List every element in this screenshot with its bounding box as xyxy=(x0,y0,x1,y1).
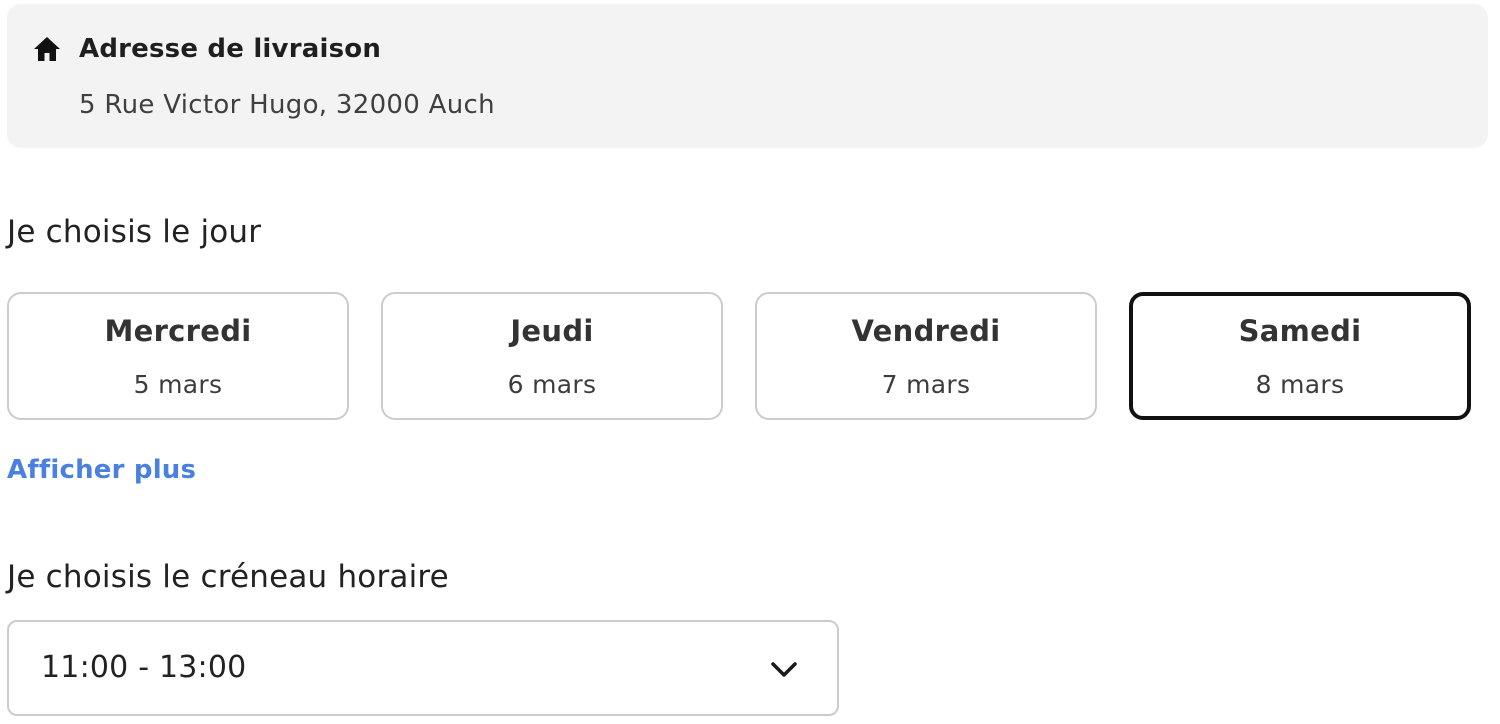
day-date: 5 mars xyxy=(133,370,223,399)
day-name: Mercredi xyxy=(104,314,252,348)
day-name: Samedi xyxy=(1238,314,1362,348)
day-date: 7 mars xyxy=(881,370,971,399)
delivery-address-line: 5 Rue Victor Hugo, 32000 Auch xyxy=(79,90,495,120)
day-name: Vendredi xyxy=(851,314,1001,348)
day-date: 6 mars xyxy=(507,370,597,399)
day-option-samedi[interactable]: Samedi 8 mars xyxy=(1129,292,1471,420)
day-name: Jeudi xyxy=(510,314,594,348)
delivery-address-title: Adresse de livraison xyxy=(79,34,382,64)
day-date: 8 mars xyxy=(1255,370,1345,399)
slot-section-title: Je choisis le créneau horaire xyxy=(7,559,449,595)
show-more-link[interactable]: Afficher plus xyxy=(7,455,196,485)
day-option-mercredi[interactable]: Mercredi 5 mars xyxy=(7,292,349,420)
day-options: Mercredi 5 mars Jeudi 6 mars Vendredi 7 … xyxy=(7,292,1471,420)
chevron-down-icon xyxy=(769,656,799,682)
day-option-jeudi[interactable]: Jeudi 6 mars xyxy=(381,292,723,420)
time-slot-select[interactable]: 11:00 - 13:00 xyxy=(7,620,839,716)
delivery-address-header: Adresse de livraison xyxy=(33,34,381,64)
day-section-title: Je choisis le jour xyxy=(7,214,262,250)
home-icon xyxy=(33,35,61,63)
delivery-address-card: Adresse de livraison 5 Rue Victor Hugo, … xyxy=(7,4,1488,148)
day-option-vendredi[interactable]: Vendredi 7 mars xyxy=(755,292,1097,420)
time-slot-value: 11:00 - 13:00 xyxy=(41,650,247,685)
